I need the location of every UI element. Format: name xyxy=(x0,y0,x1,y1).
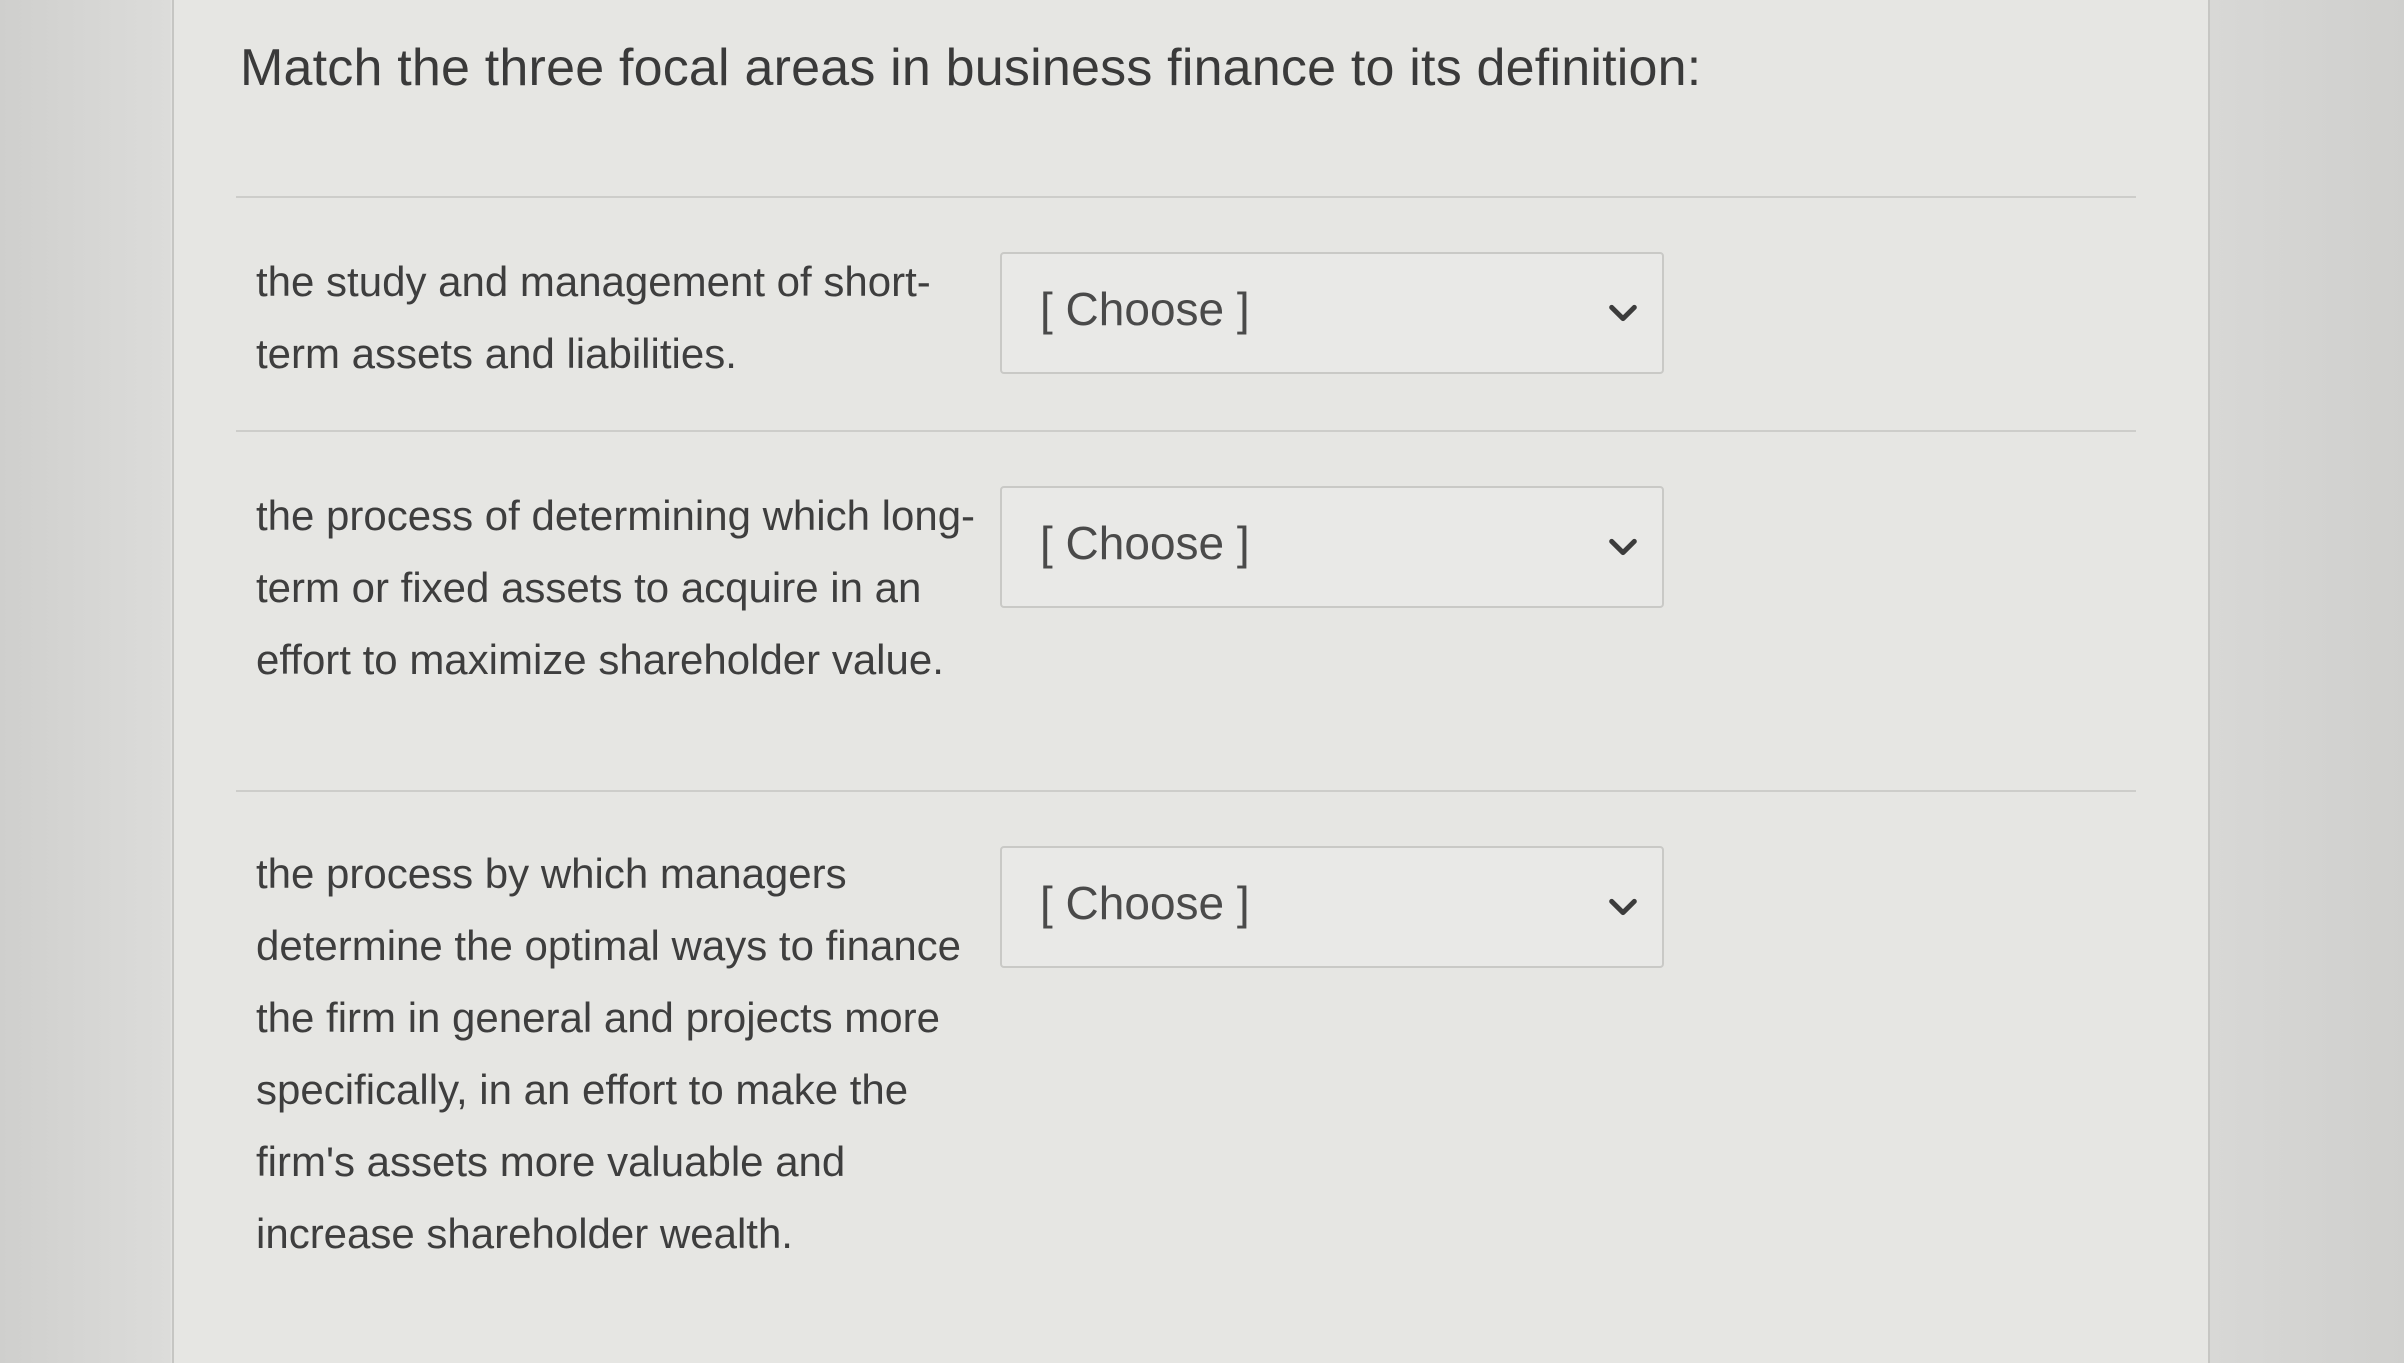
select-value: [ Choose ] xyxy=(1040,877,1250,929)
divider xyxy=(236,790,2136,792)
match-select-2[interactable]: [ Choose ] xyxy=(1000,486,1664,608)
page-background: Match the three focal areas in business … xyxy=(0,0,2404,1363)
divider xyxy=(236,196,2136,198)
chevron-down-icon xyxy=(1609,304,1637,322)
question-card: Match the three focal areas in business … xyxy=(172,0,2210,1363)
match-select-3[interactable]: [ Choose ] xyxy=(1000,846,1664,968)
chevron-down-icon xyxy=(1609,538,1637,556)
match-select-1[interactable]: [ Choose ] xyxy=(1000,252,1664,374)
match-prompt-1: the study and management of short-term a… xyxy=(256,258,931,377)
select-value: [ Choose ] xyxy=(1040,283,1250,335)
select-value: [ Choose ] xyxy=(1040,517,1250,569)
match-prompt-2: the process of determining which long-te… xyxy=(256,492,976,683)
match-prompt-3: the process by which managers determine … xyxy=(256,850,962,1257)
chevron-down-icon xyxy=(1609,898,1637,916)
divider xyxy=(236,430,2136,432)
question-title: Match the three focal areas in business … xyxy=(240,39,1702,97)
